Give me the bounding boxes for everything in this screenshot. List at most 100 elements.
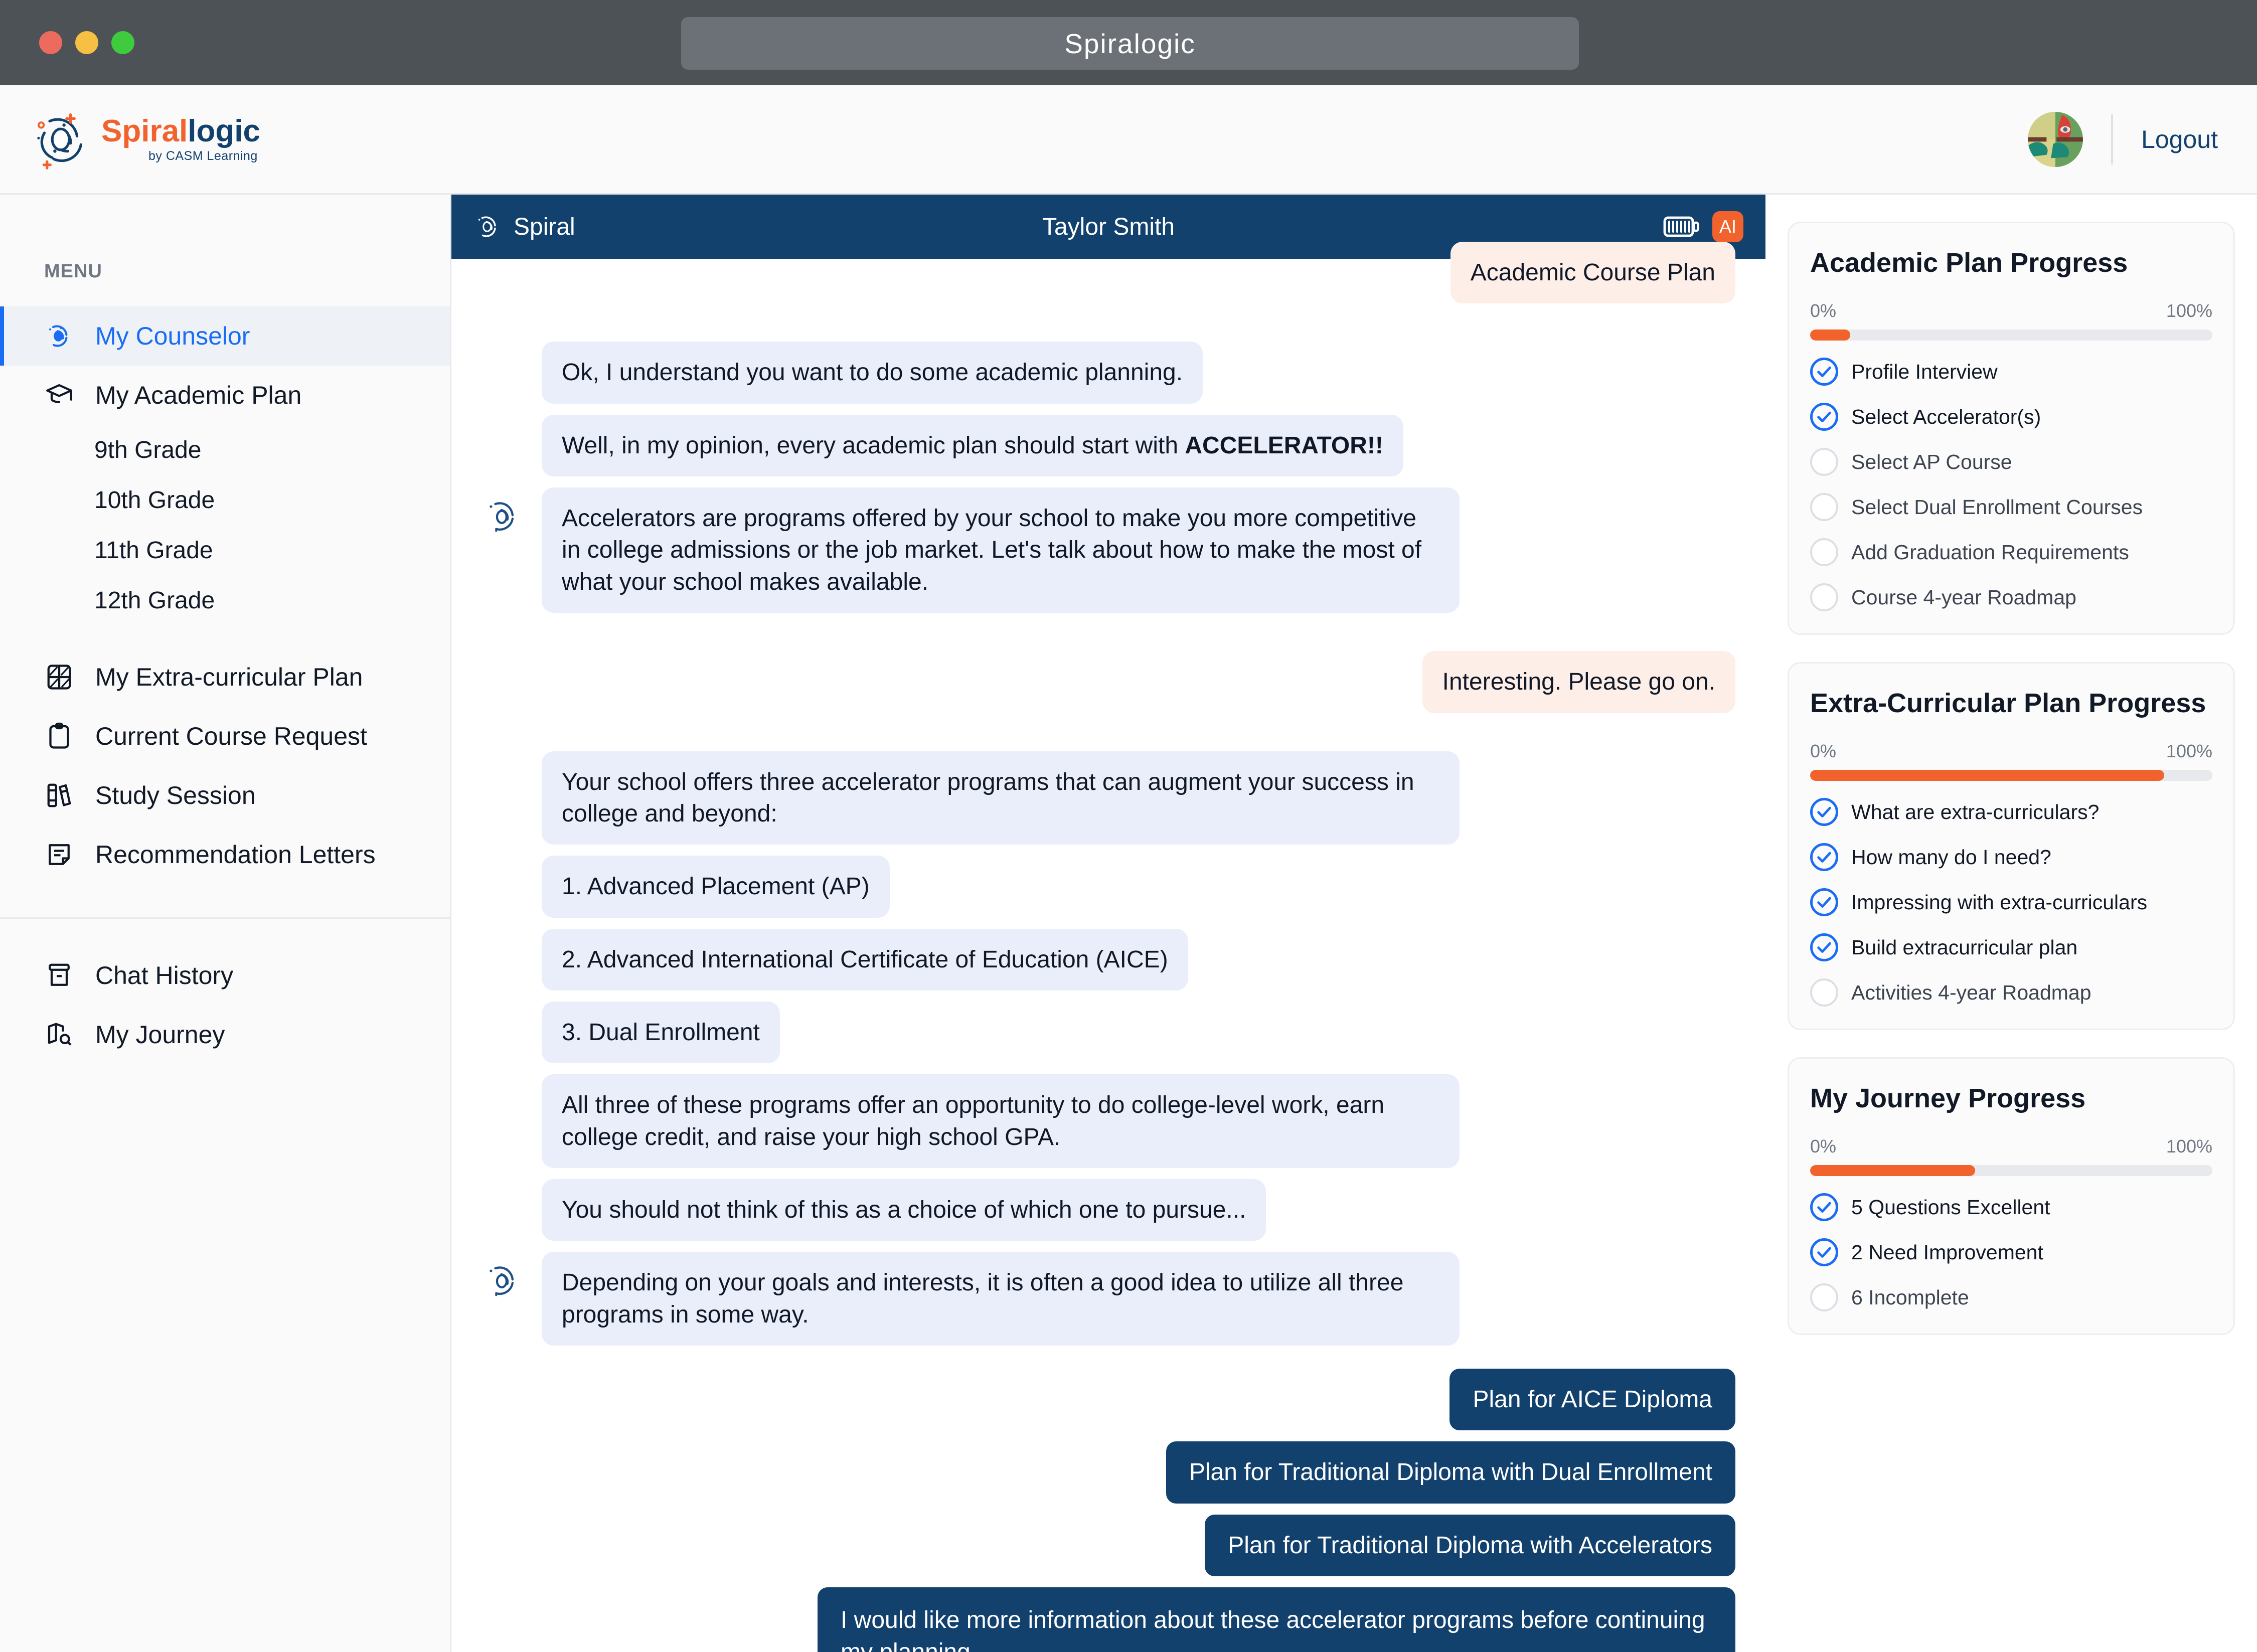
chat-message-row: Your school offers three accelerator pro… bbox=[451, 751, 1765, 845]
maximize-window-icon[interactable] bbox=[111, 31, 134, 54]
sidebar-item-my-counselor[interactable]: My Counselor bbox=[0, 306, 450, 366]
logout-button[interactable]: Logout bbox=[2141, 125, 2218, 154]
check-done-icon bbox=[1810, 358, 1838, 386]
sidebar-item-chat-history[interactable]: Chat History bbox=[0, 946, 450, 1005]
spiral-icon bbox=[44, 321, 74, 351]
action-button-plan-traditional-accelerators[interactable]: Plan for Traditional Diploma with Accele… bbox=[1205, 1514, 1735, 1577]
action-button-more-information[interactable]: I would like more information about thes… bbox=[818, 1587, 1735, 1652]
task-row[interactable]: 5 Questions Excellent bbox=[1810, 1193, 2212, 1221]
chat-bubble-user: Academic Course Plan bbox=[1450, 242, 1735, 304]
card-title: My Journey Progress bbox=[1810, 1083, 2086, 1113]
check-done-icon bbox=[1810, 933, 1838, 961]
sidebar-item-recommendation-letters[interactable]: Recommendation Letters bbox=[0, 825, 450, 884]
sidebar-item-label: My Counselor bbox=[95, 322, 250, 350]
chat-bubble-bot: Depending on your goals and interests, i… bbox=[542, 1252, 1460, 1346]
brand-logo[interactable]: Spirallogic by CASM Learning bbox=[30, 107, 260, 172]
books-icon bbox=[44, 780, 74, 810]
task-row[interactable]: Select Accelerator(s) bbox=[1810, 403, 2212, 431]
progress-max-label: 100% bbox=[2166, 1136, 2212, 1157]
task-row[interactable]: Select Dual Enrollment Courses bbox=[1810, 493, 2212, 521]
chat-action-row: Plan for AICE Diploma bbox=[451, 1369, 1765, 1431]
sidebar-item-10th-grade[interactable]: 10th Grade bbox=[0, 475, 450, 525]
header-right-group: Logout bbox=[2028, 111, 2218, 167]
task-row[interactable]: 6 Incomplete bbox=[1810, 1283, 2212, 1311]
bot-avatar-spiral-icon bbox=[481, 1259, 525, 1302]
close-window-icon[interactable] bbox=[39, 31, 62, 54]
check-done-icon bbox=[1810, 1238, 1838, 1266]
sidebar-item-9th-grade[interactable]: 9th Grade bbox=[0, 425, 450, 475]
graduation-cap-icon bbox=[44, 380, 74, 410]
task-row[interactable]: 2 Need Improvement bbox=[1810, 1238, 2212, 1266]
check-empty-icon bbox=[1810, 583, 1838, 611]
chat-brand-label: Spiral bbox=[514, 213, 575, 240]
chat-bubble-user: Interesting. Please go on. bbox=[1422, 651, 1735, 713]
task-label: 2 Need Improvement bbox=[1851, 1240, 2043, 1264]
chat-message-list[interactable]: Academic Course Plan Ok, I understand yo… bbox=[451, 242, 1765, 1652]
task-row[interactable]: Activities 4-year Roadmap bbox=[1810, 978, 2212, 1007]
task-row[interactable]: Build extracurricular plan bbox=[1810, 933, 2212, 961]
card-academic-plan-progress: Academic Plan Progress 0% 100% Profile I… bbox=[1788, 222, 2235, 635]
task-row[interactable]: How many do I need? bbox=[1810, 843, 2212, 871]
chat-brand: Spiral bbox=[473, 212, 575, 241]
chat-panel: Spiral Taylor Smith AI Academic Course P… bbox=[451, 195, 1765, 1652]
task-row[interactable]: Course 4-year Roadmap bbox=[1810, 583, 2212, 611]
task-label: Profile Interview bbox=[1851, 360, 1998, 383]
card-title: Academic Plan Progress bbox=[1810, 248, 2128, 278]
task-label: How many do I need? bbox=[1851, 845, 2051, 869]
task-label: Select AP Course bbox=[1851, 450, 2012, 473]
progress-min-label: 0% bbox=[1810, 300, 1837, 321]
progress-max-label: 100% bbox=[2166, 300, 2212, 321]
avatar[interactable] bbox=[2028, 111, 2083, 167]
chat-bubble-bot: Well, in my opinion, every academic plan… bbox=[542, 414, 1403, 477]
task-row[interactable]: Select AP Course bbox=[1810, 448, 2212, 476]
task-row[interactable]: Add Graduation Requirements bbox=[1810, 538, 2212, 566]
app-header: Spirallogic by CASM Learning Logout bbox=[0, 85, 2257, 195]
window-titlebar: Spiralogic bbox=[0, 0, 2257, 85]
minimize-window-icon[interactable] bbox=[75, 31, 98, 54]
action-button-plan-traditional-dual-enrollment[interactable]: Plan for Traditional Diploma with Dual E… bbox=[1166, 1441, 1735, 1504]
sidebar-item-12th-grade[interactable]: 12th Grade bbox=[0, 575, 450, 625]
task-label: What are extra-curriculars? bbox=[1851, 800, 2100, 823]
progress-scale: 0% 100% bbox=[1810, 1136, 2212, 1157]
action-button-plan-aice-diploma[interactable]: Plan for AICE Diploma bbox=[1449, 1369, 1735, 1431]
task-label: Activities 4-year Roadmap bbox=[1851, 980, 2091, 1004]
brand-secondary: logic bbox=[188, 114, 260, 149]
task-row[interactable]: Impressing with extra-curriculars bbox=[1810, 888, 2212, 916]
task-label: Add Graduation Requirements bbox=[1851, 540, 2129, 564]
task-label: Impressing with extra-curriculars bbox=[1851, 890, 2148, 914]
task-row[interactable]: What are extra-curriculars? bbox=[1810, 798, 2212, 826]
window-title: Spiralogic bbox=[1064, 28, 1196, 59]
chat-message-row: You should not think of this as a choice… bbox=[451, 1179, 1765, 1241]
progress-track bbox=[1810, 770, 2212, 781]
sidebar-item-current-course-request[interactable]: Current Course Request bbox=[0, 707, 450, 766]
check-empty-icon bbox=[1810, 978, 1838, 1007]
check-done-icon bbox=[1810, 888, 1838, 916]
traffic-light-group bbox=[39, 31, 134, 54]
app-window: Spiralogic Spirallogic by CASM Learning … bbox=[0, 0, 2257, 1652]
progress-track bbox=[1810, 1165, 2212, 1176]
chat-message-row: Ok, I understand you want to do some aca… bbox=[451, 342, 1765, 404]
sidebar-divider bbox=[0, 917, 450, 919]
progress-scale: 0% 100% bbox=[1810, 741, 2212, 762]
card-extra-curricular-plan-progress: Extra-Curricular Plan Progress 0% 100% W… bbox=[1788, 662, 2235, 1030]
sidebar-item-study-session[interactable]: Study Session bbox=[0, 766, 450, 825]
sidebar-item-label: Study Session bbox=[95, 781, 256, 809]
task-label: 6 Incomplete bbox=[1851, 1285, 1969, 1309]
sidebar-item-my-academic-plan[interactable]: My Academic Plan bbox=[0, 366, 450, 425]
chat-bubble-bot: 3. Dual Enrollment bbox=[542, 1001, 780, 1064]
task-row[interactable]: Profile Interview bbox=[1810, 358, 2212, 386]
chat-message-row: Depending on your goals and interests, i… bbox=[451, 1252, 1765, 1346]
sidebar-item-my-journey[interactable]: My Journey bbox=[0, 1005, 450, 1064]
brand-text: Spirallogic by CASM Learning bbox=[101, 115, 260, 163]
sidebar-item-11th-grade[interactable]: 11th Grade bbox=[0, 525, 450, 575]
chat-message-row: All three of these programs offer an opp… bbox=[451, 1074, 1765, 1169]
battery-full-icon bbox=[1663, 216, 1699, 237]
bot-avatar-spiral-icon bbox=[481, 494, 525, 538]
progress-fill bbox=[1810, 1165, 1975, 1176]
sidebar-item-my-extra-curricular-plan[interactable]: My Extra-curricular Plan bbox=[0, 647, 450, 707]
progress-track bbox=[1810, 329, 2212, 341]
sidebar-item-label: 12th Grade bbox=[94, 587, 215, 614]
chat-bubble-bot: Your school offers three accelerator pro… bbox=[542, 751, 1460, 845]
spiral-icon bbox=[478, 216, 496, 237]
